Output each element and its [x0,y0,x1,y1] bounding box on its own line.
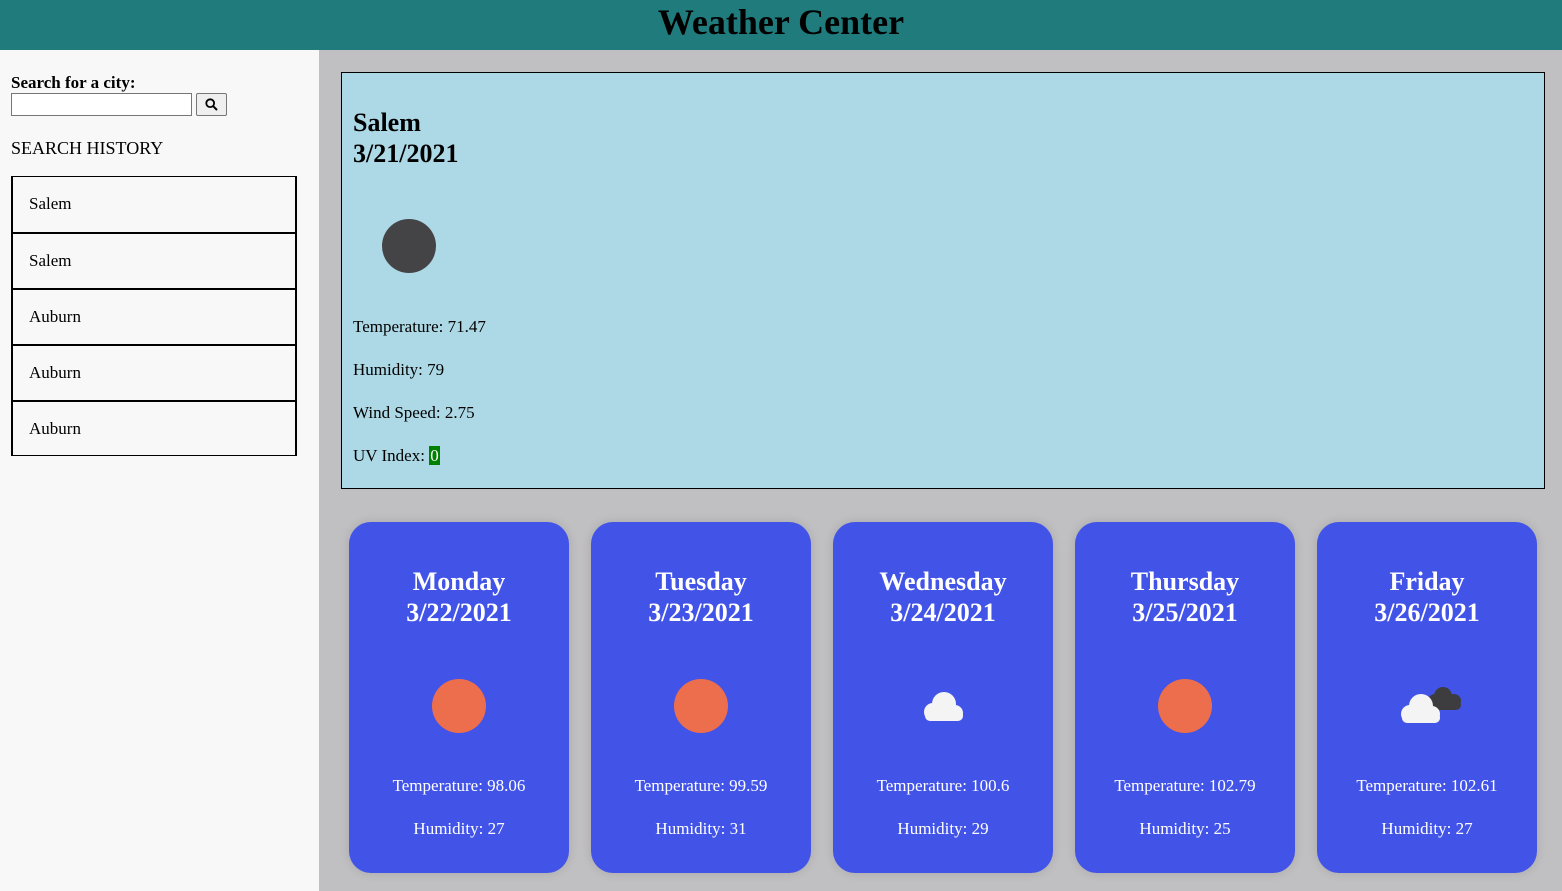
forecast-humidity: Humidity: 29 [897,819,989,838]
forecast-humidity: Humidity: 27 [413,819,505,838]
sidebar: Search for a city: SEARCH HISTORY Salem … [0,50,319,891]
forecast-date: 3/22/2021 [406,598,512,627]
history-item[interactable]: Auburn [11,400,297,456]
current-wind-speed: Wind Speed: 2.75 [353,403,475,422]
current-city-name: Salem [353,108,421,137]
forecast-card: Tuesday 3/23/2021 Temperature: 99.59 Hum… [591,522,811,873]
app-header: Weather Center [0,0,1562,50]
forecast-day: Tuesday [655,567,747,596]
forecast-heading: Wednesday 3/24/2021 [833,566,1053,628]
forecast-date: 3/23/2021 [648,598,754,627]
history-item[interactable]: Salem [11,176,297,232]
forecast-temperature: Temperature: 100.6 [876,776,1010,795]
search-label: Search for a city: [11,73,136,92]
forecast-date: 3/25/2021 [1132,598,1238,627]
forecast-card: Monday 3/22/2021 Temperature: 98.06 Humi… [349,522,569,873]
history-item[interactable]: Salem [11,232,297,288]
forecast-humidity: Humidity: 27 [1381,819,1473,838]
forecast-day: Friday [1389,567,1465,596]
uv-index-badge: 0 [429,446,440,465]
forecast-card: Wednesday 3/24/2021 Temperature: 100.6 H… [833,522,1053,873]
search-button[interactable] [196,93,227,116]
forecast-heading: Monday 3/22/2021 [349,566,569,628]
forecast-humidity: Humidity: 31 [655,819,747,838]
history-item[interactable]: Auburn [11,288,297,344]
forecast-day: Monday [412,567,506,596]
forecast-temperature: Temperature: 98.06 [392,776,526,795]
sun-icon [1158,679,1212,733]
search-icon [205,98,218,111]
sun-icon [674,679,728,733]
forecast-card: Thursday 3/25/2021 Temperature: 102.79 H… [1075,522,1295,873]
forecast-temperature: Temperature: 102.79 [1114,776,1256,795]
city-search-input[interactable] [11,93,192,116]
current-weather-panel: Salem 3/21/2021 Temperature: 71.47 Humid… [341,72,1545,489]
uv-index-label: UV Index: [353,446,430,465]
current-date: 3/21/2021 [353,139,459,168]
broken-clouds-icon [1401,687,1461,723]
sun-icon [432,679,486,733]
forecast-heading: Thursday 3/25/2021 [1075,566,1295,628]
forecast-temperature: Temperature: 102.61 [1356,776,1498,795]
search-history-title: SEARCH HISTORY [11,138,164,158]
forecast-humidity: Humidity: 25 [1139,819,1231,838]
forecast-day: Thursday [1130,567,1240,596]
forecast-day: Wednesday [879,567,1007,596]
current-humidity: Humidity: 79 [353,360,445,379]
forecast-heading: Tuesday 3/23/2021 [591,566,811,628]
current-temperature: Temperature: 71.47 [353,317,486,336]
search-history-list: Salem Salem Auburn Auburn Auburn [11,176,297,456]
forecast-heading: Friday 3/26/2021 [1317,566,1537,628]
forecast-date: 3/26/2021 [1374,598,1480,627]
forecast-date: 3/24/2021 [890,598,996,627]
moon-icon [382,219,436,273]
app-title: Weather Center [657,2,905,42]
forecast-temperature: Temperature: 99.59 [634,776,768,795]
current-uv-index: UV Index: 0 [353,446,440,466]
current-city-heading: Salem 3/21/2021 [353,107,458,169]
cloud-icon [924,692,963,721]
history-item[interactable]: Auburn [11,344,297,400]
forecast-card: Friday 3/26/2021 Temperature: 102.61 Hum… [1317,522,1537,873]
